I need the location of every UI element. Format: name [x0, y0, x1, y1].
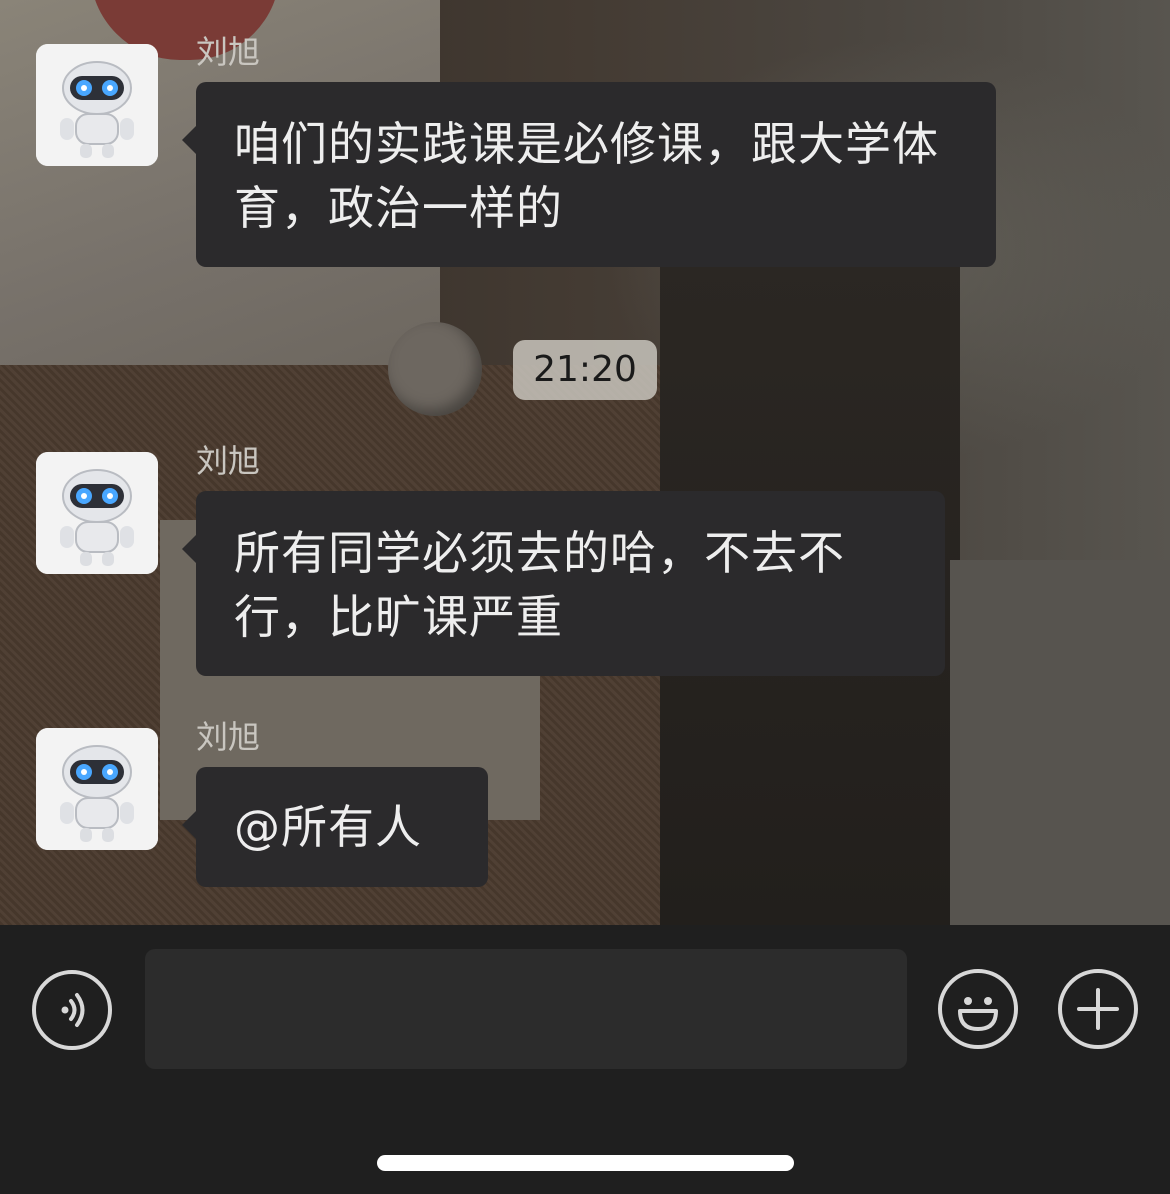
- message-text: 咱们的实践课是必修课，跟大学体育，政治一样的: [234, 117, 939, 235]
- voice-icon: [61, 993, 85, 1027]
- message-text: @所有人: [234, 800, 422, 854]
- message-text: 所有同学必须去的哈，不去不行，比旷课严重: [234, 526, 845, 644]
- message-bubble[interactable]: 所有同学必须去的哈，不去不行，比旷课严重: [182, 491, 945, 676]
- plus-icon: [1077, 988, 1119, 1030]
- sender-name: 刘旭: [196, 442, 261, 480]
- emoji-button[interactable]: [938, 969, 1018, 1049]
- robot-avatar-icon[interactable]: [36, 44, 158, 166]
- message-input-bar: [0, 925, 1170, 1194]
- emoji-icon: [958, 997, 998, 1031]
- timestamp-text: 21:20: [533, 349, 637, 390]
- sender-name: 刘旭: [196, 718, 261, 756]
- sender-name: 刘旭: [196, 33, 261, 71]
- message-bubble[interactable]: 咱们的实践课是必修课，跟大学体育，政治一样的: [182, 82, 996, 267]
- timestamp-pill: 21:20: [513, 340, 657, 400]
- robot-avatar-icon[interactable]: [36, 728, 158, 850]
- home-indicator[interactable]: [377, 1155, 794, 1171]
- robot-avatar-icon[interactable]: [36, 452, 158, 574]
- chat-message-list[interactable]: 刘旭 咱们的实践课是必修课，跟大学体育，政治一样的 21:20 刘旭 所有同学必…: [0, 0, 1170, 925]
- voice-button[interactable]: [32, 970, 112, 1050]
- message-input[interactable]: [145, 949, 907, 1069]
- message-bubble[interactable]: @所有人: [182, 767, 488, 887]
- plus-button[interactable]: [1058, 969, 1138, 1049]
